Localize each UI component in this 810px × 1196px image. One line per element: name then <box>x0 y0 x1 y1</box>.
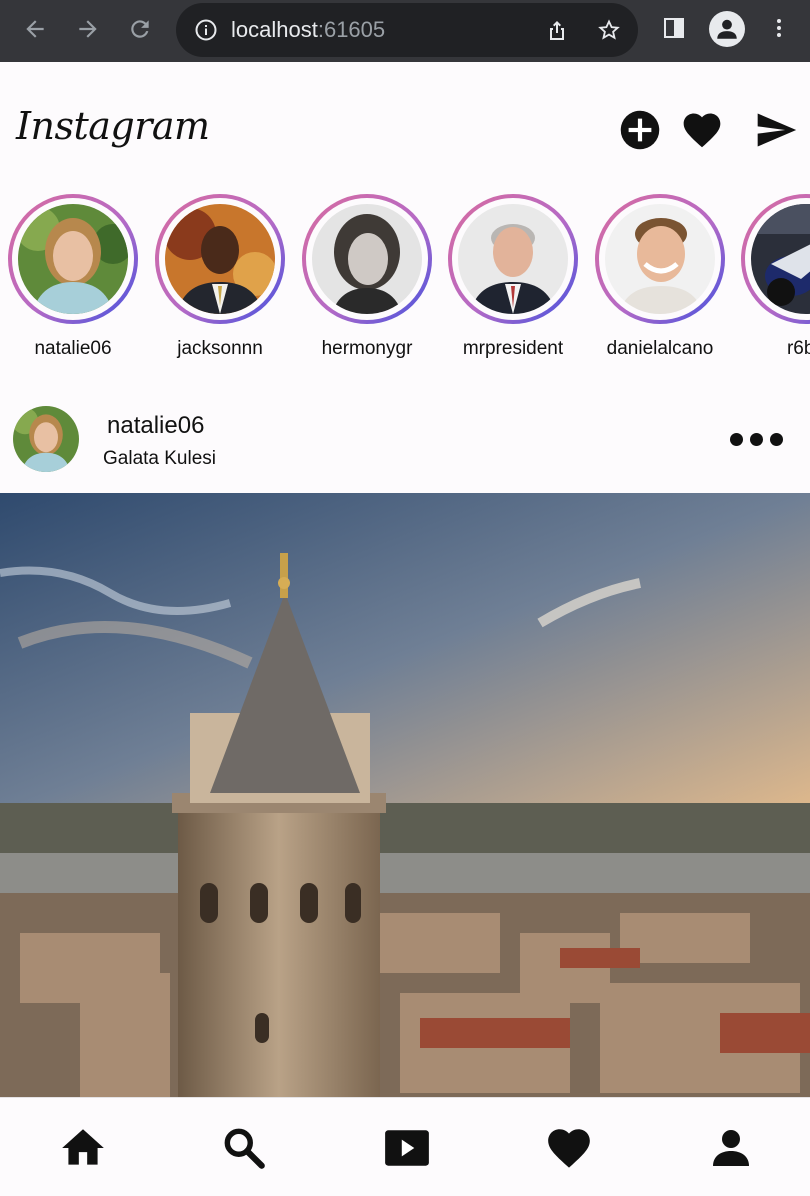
story-ring <box>8 194 138 324</box>
avatar <box>165 204 275 314</box>
side-panel-icon[interactable] <box>659 13 689 43</box>
story-username: hermonygr <box>321 338 413 359</box>
browser-toolbar: localhost:61605 <box>0 0 810 62</box>
search-icon[interactable] <box>219 1123 269 1173</box>
story-ring <box>741 194 810 324</box>
avatar[interactable] <box>13 406 79 472</box>
stories-tray[interactable]: natalie06 jacksonnn hermonygr mrpresiden… <box>0 193 810 363</box>
post-header: natalie06 Galata Kulesi <box>0 400 810 490</box>
heart-icon[interactable] <box>680 108 724 152</box>
more-options-icon[interactable] <box>730 428 790 450</box>
instagram-logo[interactable]: Instagram <box>16 104 210 148</box>
address-bar[interactable]: localhost:61605 <box>176 3 638 57</box>
avatar <box>458 204 568 314</box>
info-icon[interactable] <box>193 17 219 43</box>
story-username: danielalcano <box>606 338 714 359</box>
add-post-icon[interactable] <box>618 108 662 152</box>
heart-icon[interactable] <box>544 1123 594 1173</box>
profile-icon[interactable] <box>706 1123 756 1173</box>
avatar <box>605 204 715 314</box>
story-ring <box>302 194 432 324</box>
url-text[interactable]: localhost:61605 <box>231 17 385 43</box>
story-username: natalie06 <box>34 338 112 359</box>
bottom-navigation <box>0 1097 810 1196</box>
menu-dots-icon[interactable] <box>764 13 794 43</box>
story-username: mrpresident <box>462 338 564 359</box>
star-icon[interactable] <box>596 17 622 43</box>
reels-icon[interactable] <box>382 1123 432 1173</box>
send-icon[interactable] <box>754 108 798 152</box>
story-username: jacksonnn <box>177 338 263 359</box>
share-icon[interactable] <box>544 17 570 43</box>
post-location[interactable]: Galata Kulesi <box>103 448 216 470</box>
back-arrow-icon[interactable] <box>20 14 50 44</box>
reload-icon[interactable] <box>125 14 155 44</box>
post-image[interactable] <box>0 493 810 1097</box>
story-ring <box>155 194 285 324</box>
url-port: :61605 <box>317 17 386 42</box>
forward-arrow-icon[interactable] <box>73 14 103 44</box>
url-host: localhost <box>231 17 318 42</box>
story-username: r6bo <box>786 338 810 359</box>
home-icon[interactable] <box>58 1123 108 1173</box>
post-username[interactable]: natalie06 <box>107 412 204 440</box>
profile-icon[interactable] <box>709 11 745 47</box>
story-ring <box>448 194 578 324</box>
app-header: Instagram <box>0 62 810 187</box>
avatar <box>18 204 128 314</box>
avatar <box>751 204 810 314</box>
avatar <box>312 204 422 314</box>
story-ring <box>595 194 725 324</box>
